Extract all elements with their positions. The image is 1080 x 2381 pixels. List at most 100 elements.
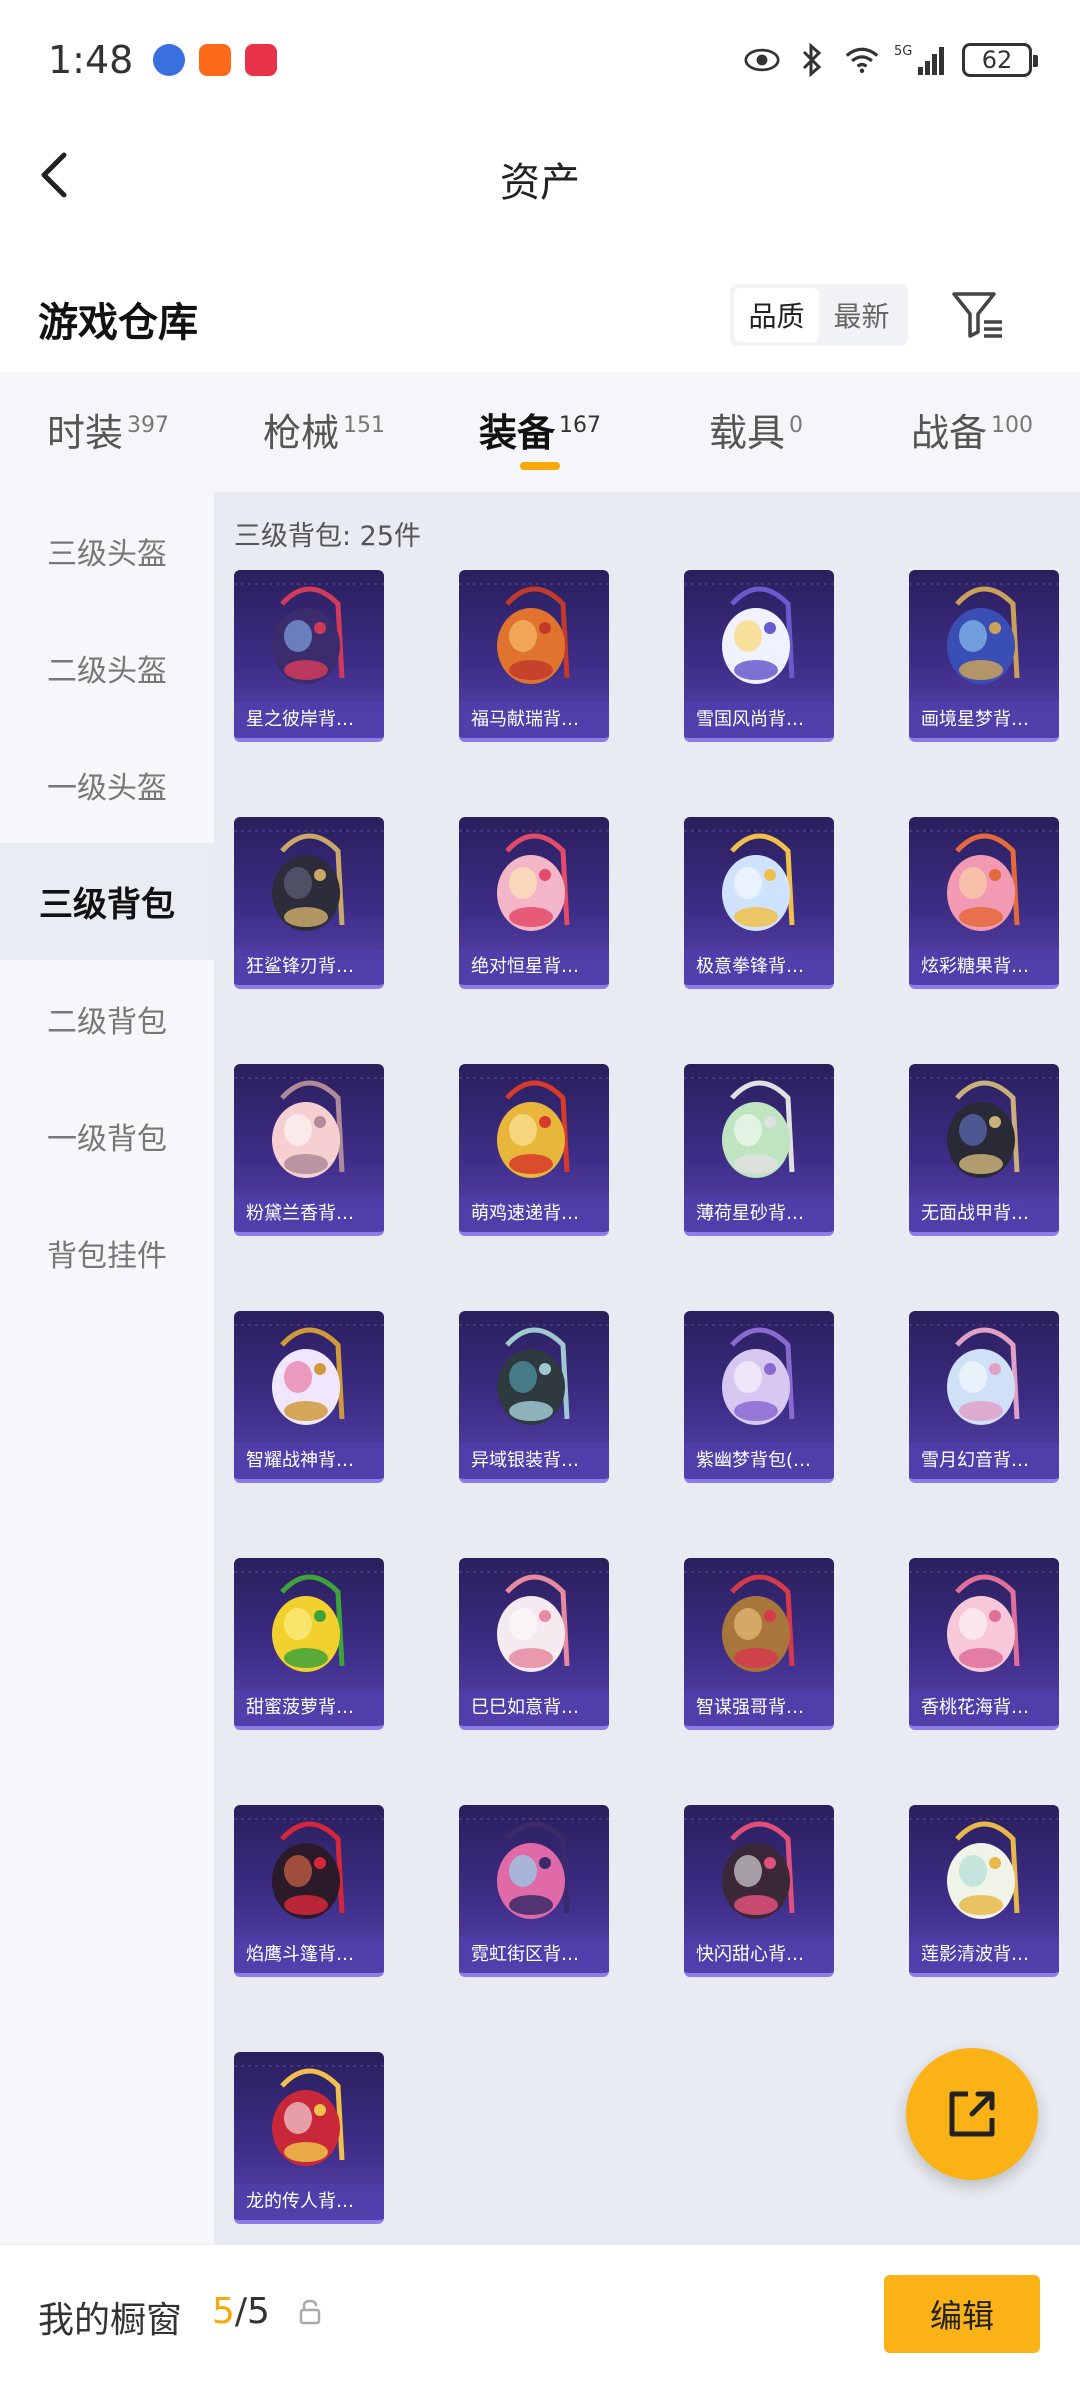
tab-vehicles[interactable]: 载具 0 bbox=[648, 402, 864, 457]
item-card[interactable]: 画境星梦背… bbox=[909, 570, 1059, 742]
item-card[interactable]: 巳巳如意背… bbox=[459, 1558, 609, 1730]
item-name: 快闪甜心背… bbox=[684, 1937, 834, 1973]
showcase-bar: 我的橱窗 5/5 编辑 bbox=[0, 2244, 1080, 2381]
wifi-icon bbox=[844, 42, 880, 78]
tab-label: 时装 bbox=[46, 411, 123, 455]
item-name: 绝对恒星背… bbox=[459, 949, 609, 985]
tab-count: 151 bbox=[343, 413, 385, 439]
item-card[interactable]: 狂鲨锋刃背… bbox=[234, 817, 384, 989]
item-card[interactable]: 智谋强哥背… bbox=[684, 1558, 834, 1730]
item-name: 粉黛兰香背… bbox=[234, 1196, 384, 1232]
music-app-icon bbox=[153, 44, 186, 76]
item-name: 异域银装背… bbox=[459, 1443, 609, 1479]
share-icon bbox=[949, 2091, 995, 2137]
svg-text:5G: 5G bbox=[894, 44, 912, 59]
tab-label: 枪械 bbox=[262, 411, 339, 455]
item-name: 巳巳如意背… bbox=[459, 1690, 609, 1726]
item-name: 萌鸡速递背… bbox=[459, 1196, 609, 1232]
tab-count: 167 bbox=[559, 413, 601, 439]
backpack-image bbox=[909, 1077, 1059, 1178]
backpack-image bbox=[234, 2065, 384, 2166]
item-name: 智耀战神背… bbox=[234, 1443, 384, 1479]
backpack-image bbox=[684, 1324, 834, 1425]
item-name: 薄荷星砂背… bbox=[684, 1196, 834, 1232]
tab-count: 0 bbox=[789, 413, 803, 439]
backpack-image bbox=[684, 583, 834, 684]
backpack-image bbox=[234, 583, 384, 684]
backpack-image bbox=[909, 583, 1059, 684]
sidebar-item-helmet-lv2[interactable]: 二级头盔 bbox=[0, 609, 214, 726]
backpack-image bbox=[459, 1571, 609, 1672]
item-card[interactable]: 绝对恒星背… bbox=[459, 817, 609, 989]
item-card[interactable]: 异域银装背… bbox=[459, 1311, 609, 1483]
status-time: 1:48 bbox=[48, 38, 134, 82]
item-name: 龙的传人背… bbox=[234, 2184, 384, 2220]
tab-label: 装备 bbox=[478, 411, 555, 455]
tab-equipment[interactable]: 装备 167 bbox=[432, 402, 648, 470]
item-name: 香桃花海背… bbox=[909, 1690, 1059, 1726]
item-name: 甜蜜菠萝背… bbox=[234, 1690, 384, 1726]
item-card[interactable]: 雪国风尚背… bbox=[684, 570, 834, 742]
item-card[interactable]: 智耀战神背… bbox=[234, 1311, 384, 1483]
item-card[interactable]: 星之彼岸背… bbox=[234, 570, 384, 742]
backpack-image bbox=[459, 1324, 609, 1425]
sort-by-quality[interactable]: 品质 bbox=[734, 288, 819, 342]
item-card[interactable]: 萌鸡速递背… bbox=[459, 1064, 609, 1236]
tab-weapons[interactable]: 枪械 151 bbox=[216, 402, 432, 457]
item-card[interactable]: 霓虹街区背… bbox=[459, 1805, 609, 1977]
item-card[interactable]: 甜蜜菠萝背… bbox=[234, 1558, 384, 1730]
item-name: 莲影清波背… bbox=[909, 1937, 1059, 1973]
tab-fashion[interactable]: 时装 397 bbox=[0, 402, 216, 457]
item-card[interactable]: 福马献瑞背… bbox=[459, 570, 609, 742]
item-card[interactable]: 紫幽梦背包(… bbox=[684, 1311, 834, 1483]
edit-button[interactable]: 编辑 bbox=[884, 2275, 1040, 2353]
item-card[interactable]: 无面战甲背… bbox=[909, 1064, 1059, 1236]
warehouse-header: 游戏仓库 品质 最新 bbox=[0, 270, 1080, 370]
eye-icon bbox=[744, 42, 780, 78]
sidebar-item-backpack-lv2[interactable]: 二级背包 bbox=[0, 960, 214, 1077]
item-name: 福马献瑞背… bbox=[459, 702, 609, 738]
status-bar: 1:48 5G 62 bbox=[0, 0, 1080, 120]
item-card[interactable]: 雪月幻音背… bbox=[909, 1311, 1059, 1483]
sidebar-item-backpack-lv3[interactable]: 三级背包 bbox=[0, 843, 214, 960]
item-card[interactable]: 龙的传人背… bbox=[234, 2052, 384, 2224]
sidebar-item-backpack-lv1[interactable]: 一级背包 bbox=[0, 1077, 214, 1194]
backpack-image bbox=[459, 1818, 609, 1919]
item-card[interactable]: 粉黛兰香背… bbox=[234, 1064, 384, 1236]
battery-indicator: 62 bbox=[962, 43, 1038, 77]
sort-by-newest[interactable]: 最新 bbox=[819, 288, 904, 342]
item-card[interactable]: 炫彩糖果背… bbox=[909, 817, 1059, 989]
tab-label: 战备 bbox=[910, 411, 987, 455]
sidebar-item-helmet-lv1[interactable]: 一级头盔 bbox=[0, 726, 214, 843]
page-title: 资产 bbox=[500, 160, 580, 206]
warehouse-title: 游戏仓库 bbox=[38, 300, 198, 346]
filter-icon bbox=[952, 292, 1002, 338]
backpack-image bbox=[459, 830, 609, 931]
filter-button[interactable] bbox=[948, 284, 1008, 344]
shopping-app-icon bbox=[245, 44, 278, 76]
sort-toggle: 品质 最新 bbox=[730, 284, 908, 346]
tab-count: 100 bbox=[991, 413, 1033, 439]
sidebar-item-backpack-charm[interactable]: 背包挂件 bbox=[0, 1194, 214, 1311]
tab-supplies[interactable]: 战备 100 bbox=[864, 402, 1080, 457]
item-name: 焰鹰斗篷背… bbox=[234, 1937, 384, 1973]
backpack-image bbox=[909, 830, 1059, 931]
backpack-image bbox=[909, 1818, 1059, 1919]
item-name: 炫彩糖果背… bbox=[909, 949, 1059, 985]
share-button[interactable] bbox=[906, 2048, 1038, 2180]
item-list-panel: 三级背包: 25件 星之彼岸背… 福马献瑞背… 雪国风尚背… 画境星梦背… 狂鲨锋刃背…… bbox=[214, 492, 1080, 2244]
backpack-image bbox=[684, 1077, 834, 1178]
backpack-image bbox=[234, 1077, 384, 1178]
item-card[interactable]: 薄荷星砂背… bbox=[684, 1064, 834, 1236]
item-card[interactable]: 极意拳锋背… bbox=[684, 817, 834, 989]
item-card[interactable]: 莲影清波背… bbox=[909, 1805, 1059, 1977]
backpack-image bbox=[909, 1324, 1059, 1425]
item-count-label: 三级背包: 25件 bbox=[234, 521, 422, 552]
backpack-image bbox=[234, 1571, 384, 1672]
item-card[interactable]: 焰鹰斗篷背… bbox=[234, 1805, 384, 1977]
item-card[interactable]: 香桃花海背… bbox=[909, 1558, 1059, 1730]
notification-icons bbox=[153, 44, 278, 76]
sidebar-item-helmet-lv3[interactable]: 三级头盔 bbox=[0, 492, 214, 609]
item-card[interactable]: 快闪甜心背… bbox=[684, 1805, 834, 1977]
lock-icon bbox=[299, 2299, 321, 2325]
